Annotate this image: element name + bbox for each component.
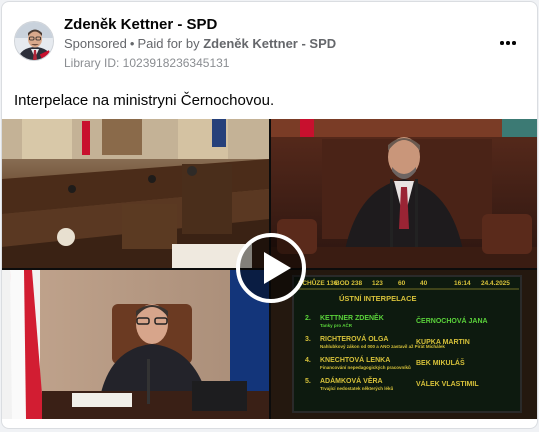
row-number: 5.: [305, 378, 311, 385]
row-asker: KNECHTOVÁ LENKA: [320, 355, 390, 364]
page-name-link[interactable]: Zdeněk Kettner - SPD: [64, 16, 217, 33]
board-status-item: 24.4.2025: [481, 280, 510, 287]
more-dot: [512, 41, 516, 45]
row-number: 3.: [305, 336, 311, 343]
board-status-item: 40: [420, 280, 428, 287]
more-horizontal-icon: [500, 41, 504, 45]
board-status-item: 60: [398, 280, 406, 287]
page-avatar[interactable]: [14, 21, 54, 61]
row-asker: RICHTEROVÁ OLGA: [320, 334, 388, 343]
row-asker: ADÁMKOVÁ VĚRA: [320, 376, 383, 385]
row-subject: Financování nepedagogických pracovníků: [320, 364, 411, 370]
post-header: Zdeněk Kettner - SPD Sponsored • Paid for …: [2, 2, 537, 82]
sponsored-line: Sponsored • Paid for by Zdeněk Kettner - S…: [64, 36, 336, 51]
row-number: 4.: [305, 357, 311, 364]
board-status-item: BOD 238: [335, 280, 362, 287]
row-subject: Trvající nedostatek některých léků: [320, 385, 394, 391]
video-player[interactable]: SCHŮZE 136 BOD 238 123 60 40 16:14 24.4.…: [2, 119, 537, 419]
board-status-item: 123: [372, 280, 383, 287]
more-dot: [506, 41, 510, 45]
interpellation-board-panel: SCHŮZE 136 BOD 238 123 60 40 16:14 24.4.…: [271, 270, 537, 419]
minister-panel: [2, 270, 269, 419]
row-minister: VÁLEK VLASTIMIL: [416, 379, 479, 388]
avatar-portrait-image: [15, 22, 53, 60]
row-minister: ČERNOCHOVÁ JANA: [416, 316, 488, 325]
more-options-button[interactable]: [495, 30, 521, 56]
play-icon[interactable]: [236, 233, 306, 303]
ad-post-card: Zdeněk Kettner - SPD Sponsored • Paid for …: [1, 1, 538, 429]
row-minister: BEK MIKULÁŠ: [416, 358, 465, 367]
row-number: 2.: [305, 315, 311, 322]
speaker-panel: [271, 119, 537, 268]
separator-dot: •: [129, 36, 135, 51]
library-id: Library ID: 1023918236345131: [64, 56, 230, 70]
row-minister: KUPKA MARTIN: [416, 339, 470, 346]
paid-for-name: Zdeněk Kettner - SPD: [203, 36, 337, 51]
post-text: Interpelace na ministryni Černochovou.: [14, 92, 275, 109]
paid-for-prefix: Paid for by: [137, 36, 200, 51]
board-status-item: 16:14: [454, 280, 471, 287]
row-asker: KETTNER ZDENĚK: [320, 313, 384, 322]
sponsored-label: Sponsored: [64, 36, 127, 51]
chamber-panel: [2, 119, 269, 268]
board-title: ÚSTNÍ INTERPELACE: [339, 294, 417, 303]
row-subject: Tanky pro AČR: [320, 322, 353, 328]
